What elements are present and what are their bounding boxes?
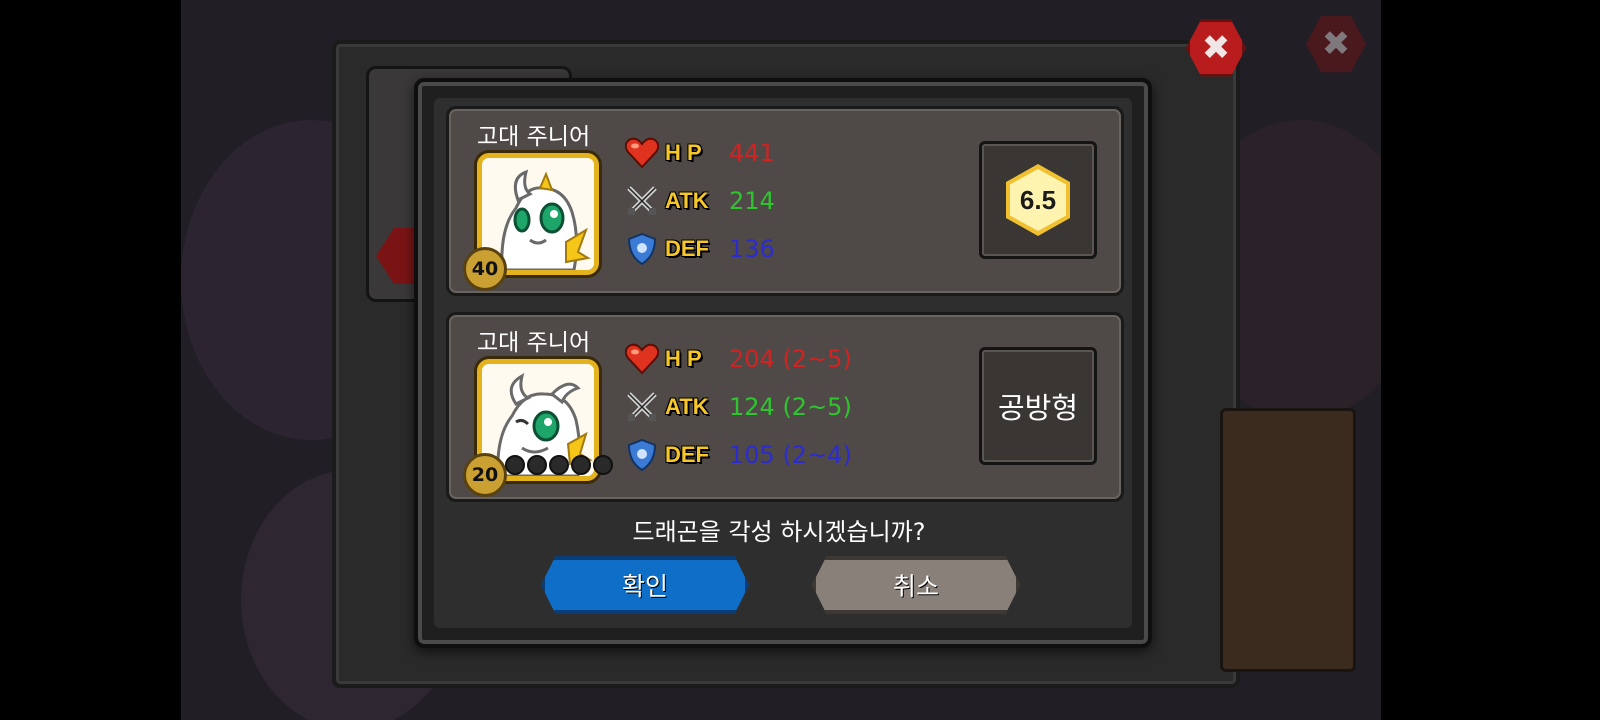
level-badge: 20	[463, 453, 507, 497]
dragon-type: 공방형	[997, 391, 1079, 425]
background-card	[1220, 408, 1356, 672]
star-empty-icon	[571, 455, 591, 475]
cancel-button[interactable]: 취소	[812, 556, 1020, 614]
star-empty-icon	[593, 455, 613, 475]
grade-hexagon-icon: 6.5	[1006, 164, 1070, 236]
confirm-question: 드래곤을 각성 하시겠습니까?	[632, 518, 926, 546]
star-rating	[505, 455, 613, 475]
def-value: 105 (2~4)	[729, 441, 852, 469]
level-badge: 40	[463, 247, 507, 291]
close-button-background: ✖	[1306, 14, 1366, 74]
stat-atk: ATK 214	[623, 181, 775, 221]
shield-icon	[623, 230, 661, 268]
hp-value: 204 (2~5)	[729, 345, 852, 373]
type-box: 공방형	[979, 347, 1097, 465]
confirm-button[interactable]: 확인	[541, 556, 749, 614]
cancel-label: 취소	[892, 572, 939, 601]
dragon-name: 고대 주니어	[477, 124, 591, 150]
close-button[interactable]: ✖	[1186, 18, 1246, 78]
stat-def: DEF 136	[623, 229, 775, 269]
def-label: DEF	[665, 236, 709, 261]
confirm-label: 확인	[621, 572, 668, 601]
shield-icon	[623, 436, 661, 474]
crossed-swords-icon	[623, 388, 661, 426]
heart-icon	[623, 340, 661, 378]
star-empty-icon	[527, 455, 547, 475]
crossed-swords-icon	[623, 182, 661, 220]
close-icon: ✖	[1201, 28, 1231, 68]
atk-value: 124 (2~5)	[729, 393, 852, 421]
star-empty-icon	[549, 455, 569, 475]
heart-icon	[623, 134, 661, 172]
stat-def: DEF 105 (2~4)	[623, 435, 852, 475]
def-value: 136	[729, 235, 775, 263]
hp-label: H P	[665, 140, 702, 165]
hp-value: 441	[729, 139, 775, 167]
dragon-card-material: 고대 주니어 20 H P 204 (2~5) ATK 124 (2~5) DE…	[446, 312, 1124, 502]
stat-hp: H P 441	[623, 133, 775, 173]
stat-atk: ATK 124 (2~5)	[623, 387, 852, 427]
atk-label: ATK	[665, 188, 709, 213]
dragon-card-current: 고대 주니어 40 H P 441 ATK 214 DEF 136 6.5	[446, 106, 1124, 296]
atk-label: ATK	[665, 394, 709, 419]
dragon-name: 고대 주니어	[477, 330, 591, 356]
star-empty-icon	[505, 455, 525, 475]
close-icon: ✖	[1321, 24, 1351, 64]
hp-label: H P	[665, 346, 702, 371]
grade-value: 6.5	[1010, 169, 1066, 231]
stat-hp: H P 204 (2~5)	[623, 339, 852, 379]
grade-box: 6.5	[979, 141, 1097, 259]
atk-value: 214	[729, 187, 775, 215]
def-label: DEF	[665, 442, 709, 467]
